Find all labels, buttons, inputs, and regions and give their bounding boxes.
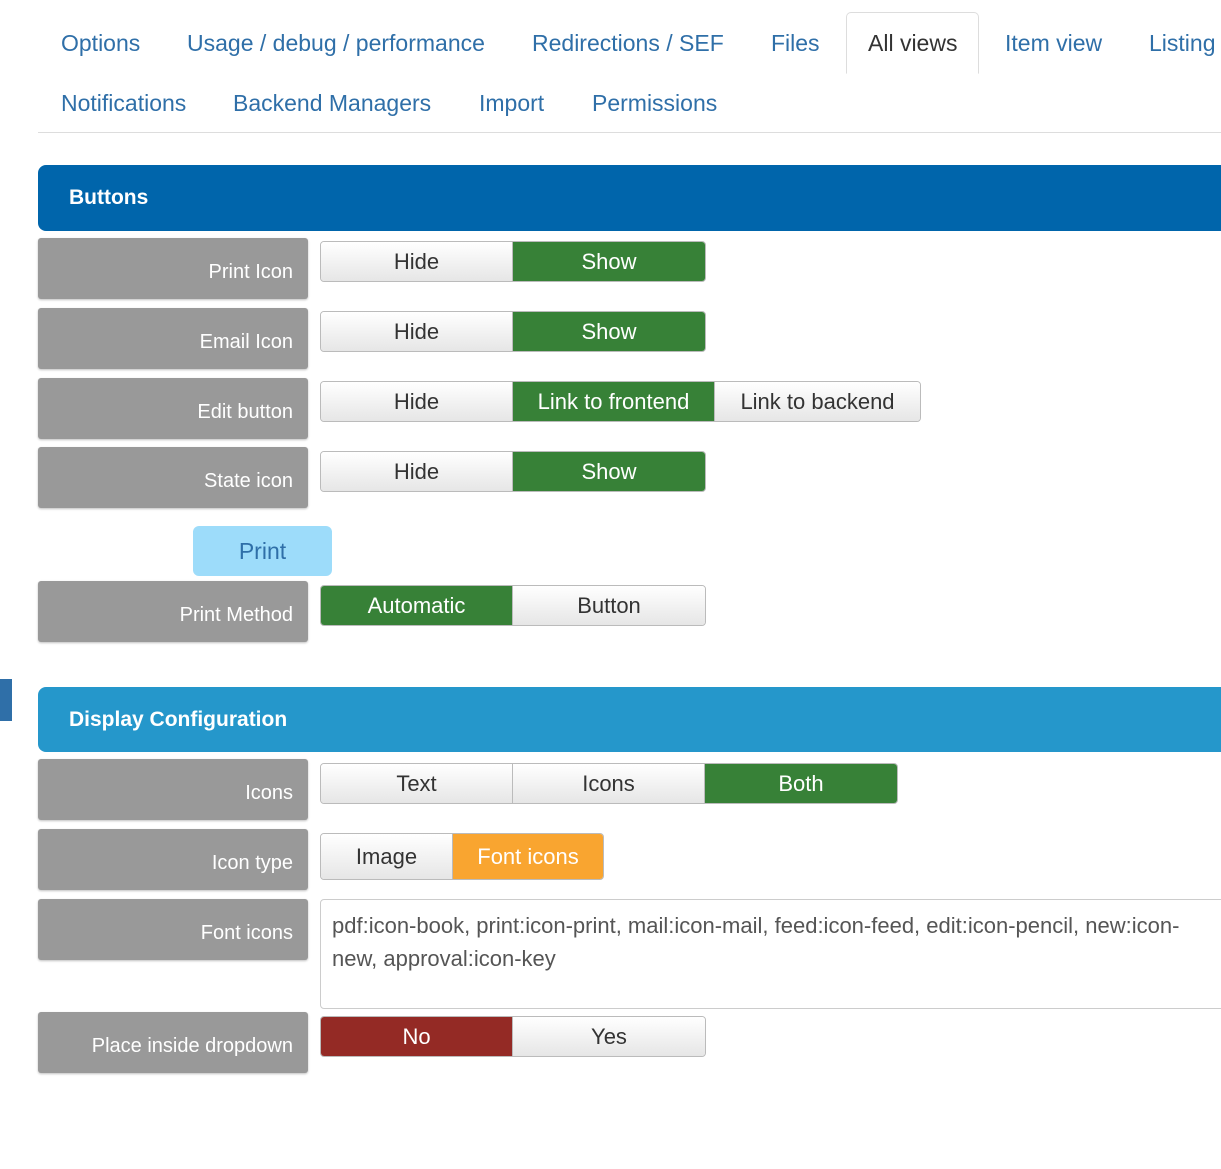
print-icon-toggle: Hide Show [320, 241, 706, 282]
section-title: Buttons [69, 186, 149, 209]
email-icon-show-button[interactable]: Show [513, 312, 705, 351]
tab-backend-managers[interactable]: Backend Managers [233, 72, 431, 134]
dropdown-no-button[interactable]: No [321, 1017, 513, 1056]
icon-type-toggle: Image Font icons [320, 833, 604, 880]
field-label-email-icon: Email Icon [38, 308, 308, 369]
field-label-icons: Icons [38, 759, 308, 820]
place-inside-dropdown-toggle: No Yes [320, 1016, 706, 1057]
print-method-toggle: Automatic Button [320, 585, 706, 626]
tab-redirections-sef[interactable]: Redirections / SEF [532, 12, 724, 74]
icons-toggle: Text Icons Both [320, 763, 898, 804]
tab-listing[interactable]: Listing [1149, 12, 1215, 74]
icon-type-font-icons-button[interactable]: Font icons [453, 834, 603, 879]
field-label-font-icons: Font icons [38, 899, 308, 960]
print-icon-show-button[interactable]: Show [513, 242, 705, 281]
field-label-edit-button: Edit button [38, 378, 308, 439]
edit-button-link-frontend-button[interactable]: Link to frontend [513, 382, 715, 421]
email-icon-hide-button[interactable]: Hide [321, 312, 513, 351]
field-label-print-method: Print Method [38, 581, 308, 642]
edit-button-hide-button[interactable]: Hide [321, 382, 513, 421]
field-label-place-inside-dropdown: Place inside dropdown [38, 1012, 308, 1073]
icons-icons-button[interactable]: Icons [513, 764, 705, 803]
tab-permissions[interactable]: Permissions [592, 72, 717, 134]
print-button[interactable]: Print [193, 526, 332, 576]
tab-files[interactable]: Files [771, 12, 820, 74]
tab-bar: Options Usage / debug / performance Redi… [38, 0, 1221, 133]
tab-usage-debug-performance[interactable]: Usage / debug / performance [187, 12, 485, 74]
print-method-button-button[interactable]: Button [513, 586, 705, 625]
section-header-display-configuration[interactable]: Display Configuration [38, 687, 1221, 752]
dropdown-yes-button[interactable]: Yes [513, 1017, 705, 1056]
edit-button-toggle: Hide Link to frontend Link to backend [320, 381, 921, 422]
tab-all-views[interactable]: All views [846, 12, 980, 74]
email-icon-toggle: Hide Show [320, 311, 706, 352]
print-method-automatic-button[interactable]: Automatic [321, 586, 513, 625]
field-label-state-icon: State icon [38, 447, 308, 508]
tab-import[interactable]: Import [479, 72, 544, 134]
tab-options[interactable]: Options [61, 12, 140, 74]
field-label-print-icon: Print Icon [38, 238, 308, 299]
page: Options Usage / debug / performance Redi… [0, 0, 1221, 1169]
section-title: Display Configuration [69, 707, 288, 731]
edit-button-link-backend-button[interactable]: Link to backend [715, 382, 920, 421]
print-icon-hide-button[interactable]: Hide [321, 242, 513, 281]
icons-both-button[interactable]: Both [705, 764, 897, 803]
icons-text-button[interactable]: Text [321, 764, 513, 803]
font-icons-textarea[interactable]: pdf:icon-book, print:icon-print, mail:ic… [320, 899, 1221, 1009]
state-icon-show-button[interactable]: Show [513, 452, 705, 491]
state-icon-hide-button[interactable]: Hide [321, 452, 513, 491]
tab-notifications[interactable]: Notifications [61, 72, 186, 134]
side-marker [0, 679, 12, 721]
section-header-buttons[interactable]: Buttons [38, 165, 1221, 231]
tab-item-view[interactable]: Item view [1005, 12, 1102, 74]
state-icon-toggle: Hide Show [320, 451, 706, 492]
field-label-icon-type: Icon type [38, 829, 308, 890]
icon-type-image-button[interactable]: Image [321, 834, 453, 879]
